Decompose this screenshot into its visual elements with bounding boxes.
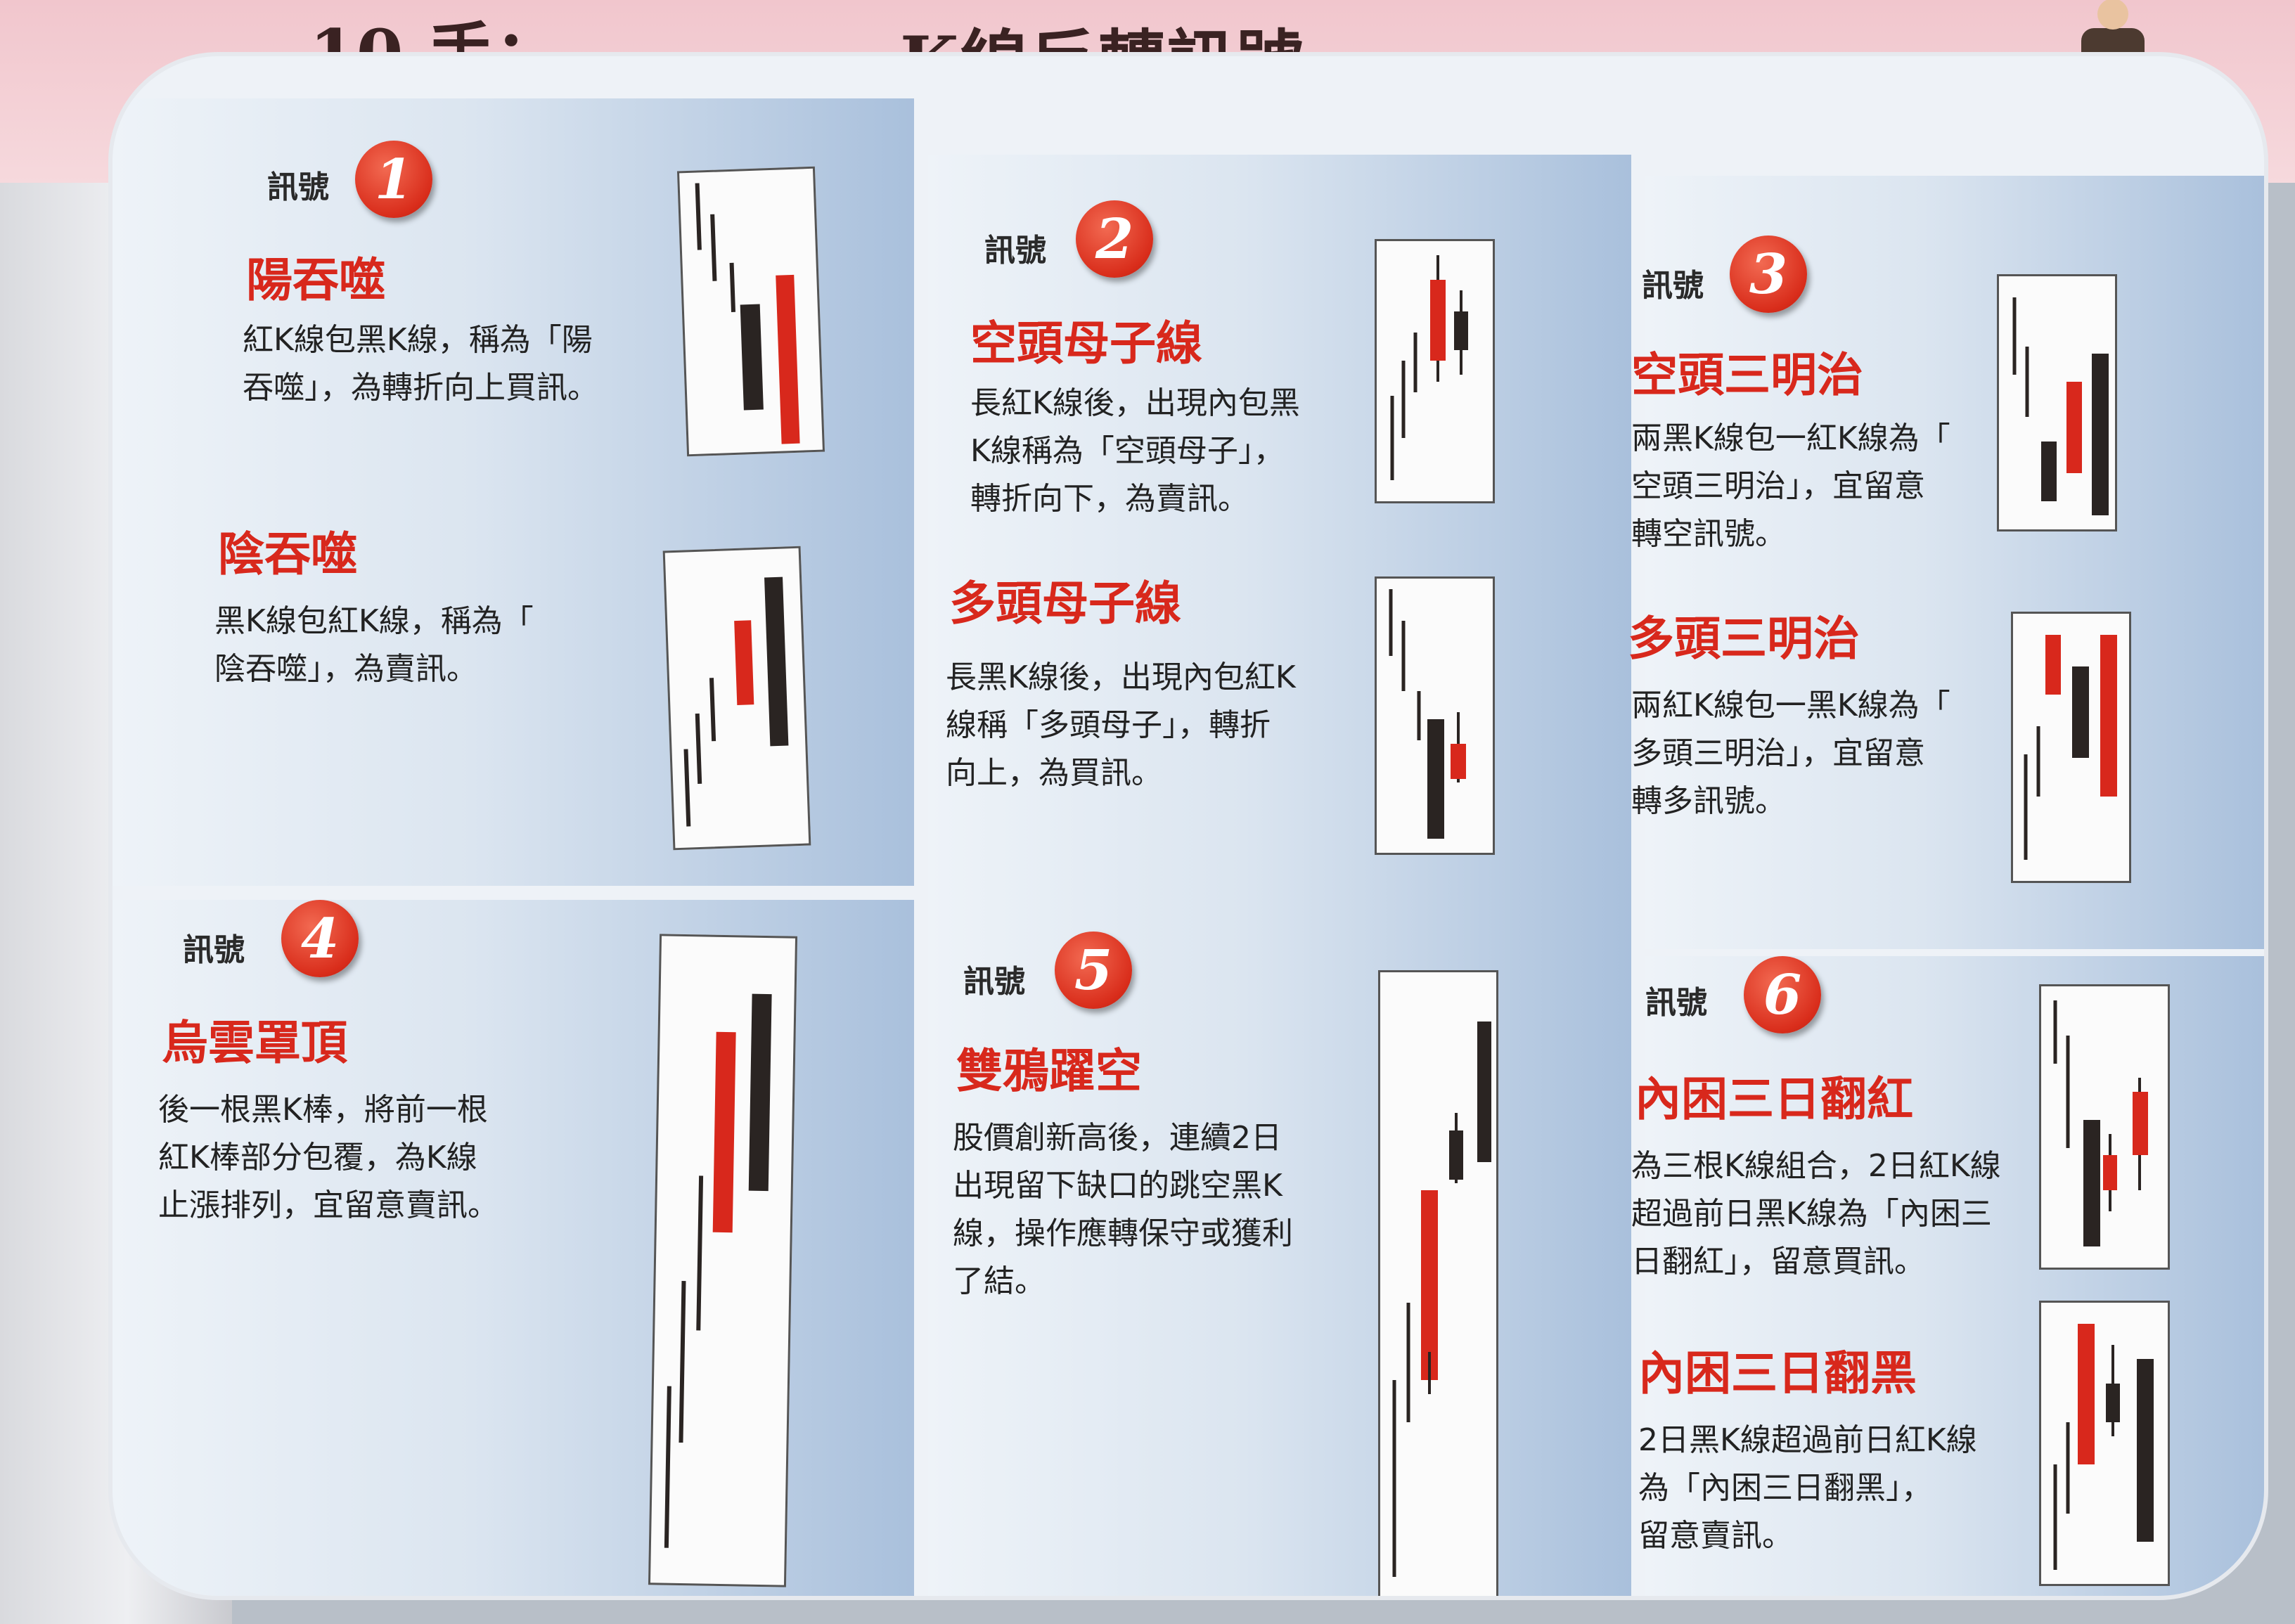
candlestick-diagram-bullish-harami xyxy=(1375,576,1495,855)
description-line: 為「內困三日翻黑」， xyxy=(1638,1470,1932,1506)
description-line: 長黑K線後，出現內包紅K xyxy=(946,659,1296,695)
description-line: 出現留下缺口的跳空黑K xyxy=(953,1168,1282,1204)
signal-card-2 xyxy=(928,155,1631,942)
pattern-name: 內困三日翻紅 xyxy=(1635,1071,1913,1126)
content-panel: 訊號 1 陽吞噬 紅K線包黑K線，稱為「陽 吞噬」，為轉折向上買訊。 陰吞噬 黑… xyxy=(112,56,2264,1596)
description-line: 後一根黑K棒，將前一根 xyxy=(158,1092,488,1128)
pattern-name: 雙鴉躍空 xyxy=(956,1043,1142,1098)
pattern-description: 2日黑K線超過前日紅K線 為「內困三日翻黑」， 留意賣訊。 xyxy=(1638,1417,1977,1560)
pattern-name: 空頭母子線 xyxy=(970,316,1202,370)
signal-label: 訊號 xyxy=(963,964,1025,1000)
pattern-name: 多頭母子線 xyxy=(949,576,1181,631)
candlestick-diagram-bullish-engulfing xyxy=(676,166,825,457)
pattern-name: 烏雲罩頂 xyxy=(162,1015,347,1070)
pattern-description: 紅K線包黑K線，稱為「陽 吞噬」，為轉折向上買訊。 xyxy=(243,316,598,412)
pattern-description: 後一根黑K棒，將前一根 紅K棒部分包覆，為K線 止漲排列，宜留意賣訊。 xyxy=(158,1086,499,1230)
description-line: 線，操作應轉保守或獲利 xyxy=(953,1216,1293,1251)
description-line: 多頭三明治」，宜留意 xyxy=(1631,735,1925,771)
description-line: 兩黑K線包一紅K線為「 xyxy=(1631,420,1950,456)
candlestick-diagram-bearish-engulfing xyxy=(662,546,811,851)
description-line: 空頭三明治」，宜留意 xyxy=(1631,468,1925,504)
signal-label: 訊號 xyxy=(183,932,245,968)
signal-number-badge: 2 xyxy=(1076,200,1153,278)
signal-number-badge: 5 xyxy=(1055,932,1132,1009)
description-line: 黑K線包紅K線，稱為「 xyxy=(214,603,534,639)
description-line: 長紅K線後，出現內包黑 xyxy=(970,385,1300,421)
pattern-name: 多頭三明治 xyxy=(1628,611,1860,666)
candlestick-diagram-bullish-sandwich xyxy=(2011,612,2131,883)
pattern-name: 空頭三明治 xyxy=(1631,347,1863,402)
description-line: 為三根K線組合，2日紅K線 xyxy=(1631,1148,2001,1184)
signal-label: 訊號 xyxy=(984,233,1046,269)
pattern-description: 兩黑K線包一紅K線為「 空頭三明治」，宜留意 轉空訊號。 xyxy=(1631,415,1950,558)
pattern-description: 長紅K線後，出現內包黑 K線稱為「空頭母子」， 轉折向下，為賣訊。 xyxy=(970,380,1300,523)
pattern-description: 黑K線包紅K線，稱為「 陰吞噬」，為賣訊。 xyxy=(214,598,534,693)
signal-number-badge: 3 xyxy=(1730,236,1807,313)
description-line: 轉折向下，為賣訊。 xyxy=(970,481,1249,517)
candlestick-diagram-bearish-sandwich xyxy=(1997,274,2117,531)
candlestick-diagram-dark-cloud-cover xyxy=(648,934,798,1587)
signal-label: 訊號 xyxy=(267,169,329,205)
signal-number-badge: 6 xyxy=(1744,956,1821,1033)
description-line: 陰吞噬」，為賣訊。 xyxy=(214,651,477,687)
description-line: 線稱「多頭母子」，轉折 xyxy=(946,707,1271,743)
signal-number-badge: 4 xyxy=(281,900,359,977)
description-line: 向上，為買訊。 xyxy=(946,755,1162,791)
description-line: 紅K棒部分包覆，為K線 xyxy=(158,1140,477,1175)
description-line: 轉多訊號。 xyxy=(1631,783,1786,819)
pattern-description: 股價創新高後，連續2日 出現留下缺口的跳空黑K 線，操作應轉保守或獲利 了結。 xyxy=(953,1114,1293,1306)
pattern-description: 兩紅K線包一黑K線為「 多頭三明治」，宜留意 轉多訊號。 xyxy=(1631,682,1950,825)
description-line: 兩紅K線包一黑K線為「 xyxy=(1631,688,1950,723)
description-line: 日翻紅」，留意買訊。 xyxy=(1631,1244,1925,1280)
pattern-description: 長黑K線後，出現內包紅K 線稱「多頭母子」，轉折 向上，為買訊。 xyxy=(946,654,1296,797)
pattern-name: 內困三日翻黑 xyxy=(1638,1346,1917,1400)
signal-label: 訊號 xyxy=(1642,268,1704,304)
description-line: 2日黑K線超過前日紅K線 xyxy=(1638,1422,1977,1458)
signal-label: 訊號 xyxy=(1645,985,1707,1021)
candlestick-diagram-three-inside-up xyxy=(2039,984,2170,1270)
description-line: 吞噬」，為轉折向上買訊。 xyxy=(243,370,598,406)
candlestick-diagram-bearish-harami xyxy=(1375,239,1495,503)
pattern-name: 陽吞噬 xyxy=(246,252,385,307)
pattern-description: 為三根K線組合，2日紅K線 超過前日黑K線為「內困三 日翻紅」，留意買訊。 xyxy=(1631,1142,2001,1286)
description-line: 紅K線包黑K線，稱為「陽 xyxy=(243,322,593,358)
description-line: 留意賣訊。 xyxy=(1638,1518,1793,1554)
description-line: 轉空訊號。 xyxy=(1631,516,1786,552)
description-line: 股價創新高後，連續2日 xyxy=(953,1120,1282,1156)
signal-number-badge: 1 xyxy=(355,141,432,218)
description-line: 了結。 xyxy=(953,1263,1046,1299)
description-line: 超過前日黑K線為「內困三 xyxy=(1631,1196,1992,1232)
candlestick-diagram-upside-gap-two-crows xyxy=(1378,970,1498,1596)
candlestick-diagram-three-inside-down xyxy=(2039,1301,2170,1586)
description-line: 止漲排列，宜留意賣訊。 xyxy=(158,1187,499,1223)
description-line: K線稱為「空頭母子」， xyxy=(970,433,1285,469)
pattern-name: 陰吞噬 xyxy=(218,527,357,581)
